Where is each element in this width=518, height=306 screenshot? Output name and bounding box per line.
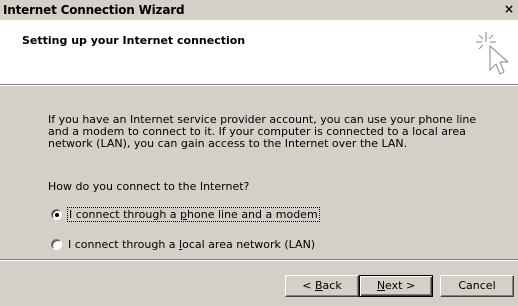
cancel-button[interactable]: Cancel [440,275,514,297]
label-text-b: hone line and a modem [187,208,318,221]
option-phone-modem-label[interactable]: I connect through a phone line and a mod… [67,207,320,222]
back-label-a: < [302,279,315,292]
close-button[interactable]: × [502,2,516,16]
back-label-b: ack [322,279,342,292]
radio-phone-modem[interactable] [51,209,62,220]
page-heading: Setting up your Internet connection [22,34,246,47]
label-text-d: ocal area network (LAN) [182,238,316,251]
window-title: Internet Connection Wizard [3,3,185,17]
next-label: ext > [385,279,416,292]
title-bar: Internet Connection Wizard × [0,0,518,21]
connection-question: How do you connect to the Internet? [48,180,250,193]
label-accel-a: p [180,208,188,221]
option-phone-modem[interactable]: I connect through a phone line and a mod… [51,207,320,222]
back-button[interactable]: < Back [285,275,359,297]
wizard-header: Setting up your Internet connection [0,20,518,86]
next-button[interactable]: Next > [359,275,433,297]
label-text-c: I connect through a [68,238,180,251]
wizard-sparkle-cursor-icon [476,32,509,75]
back-accel: B [315,279,323,292]
option-lan-label[interactable]: I connect through a local area network (… [68,238,315,251]
option-lan[interactable]: I connect through a local area network (… [51,238,315,251]
radio-lan[interactable] [51,239,62,250]
label-text-a: I connect through a [69,208,181,221]
footer-separator [0,259,518,261]
intro-paragraph: If you have an Internet service provider… [48,113,477,150]
next-accel: N [376,279,386,292]
